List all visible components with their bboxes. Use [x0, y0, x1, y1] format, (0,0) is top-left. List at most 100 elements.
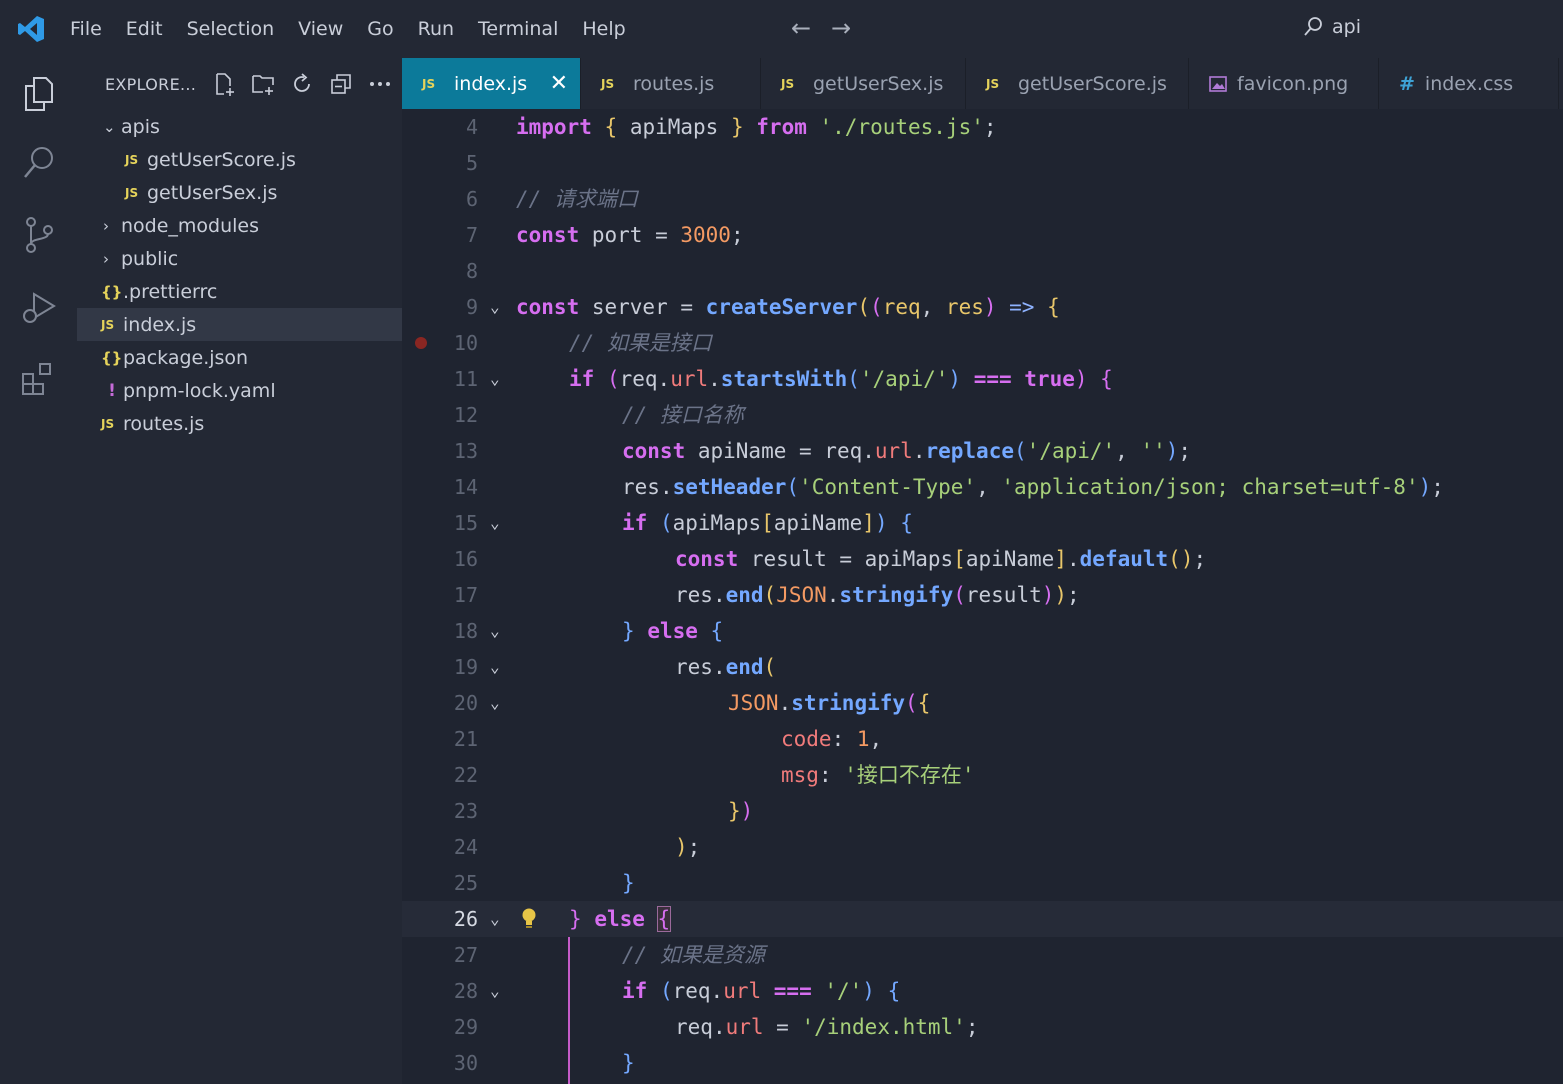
code-line[interactable]: 19 ⌄ res.end(: [402, 649, 1563, 685]
tree-item-pnpm-lock[interactable]: ! pnpm-lock.yaml: [77, 374, 426, 407]
code-line[interactable]: 9 ⌄ const server = createServer((req, re…: [402, 289, 1563, 325]
fold-chevron-icon[interactable]: ⌄: [490, 289, 500, 325]
line-number: 7: [465, 223, 478, 247]
source-control-icon[interactable]: [20, 216, 58, 254]
code-line[interactable]: 27 // 如果是资源: [402, 937, 1563, 973]
menu-edit[interactable]: Edit: [114, 0, 175, 58]
menu-run[interactable]: Run: [406, 0, 466, 58]
explorer-files-icon[interactable]: [20, 74, 58, 112]
search-sidebar-icon[interactable]: [20, 144, 58, 182]
tree-item-package-json[interactable]: {} package.json: [77, 341, 426, 374]
code-line[interactable]: 29 req.url = '/index.html';: [402, 1009, 1563, 1045]
js-file-icon: JS: [422, 76, 436, 91]
title-bar: File Edit Selection View Go Run Terminal…: [0, 0, 1563, 58]
code-line[interactable]: 17 res.end(JSON.stringify(result));: [402, 577, 1563, 613]
code-line[interactable]: 21 code: 1,: [402, 721, 1563, 757]
lightbulb-icon[interactable]: [520, 907, 538, 931]
new-folder-icon[interactable]: [251, 72, 275, 96]
close-icon[interactable]: ✕: [550, 71, 568, 96]
tab-index-js[interactable]: JS index.js ✕: [402, 58, 581, 109]
code-line-current[interactable]: 26 ⌄ } else {: [402, 901, 1563, 937]
chevron-down-icon: ⌄: [103, 117, 116, 136]
fold-chevron-icon[interactable]: ⌄: [490, 505, 500, 541]
code-text: const server = createServer((req, res) =…: [516, 295, 1060, 319]
tab-index-css[interactable]: # index.css: [1379, 58, 1559, 109]
menu-view[interactable]: View: [286, 0, 355, 58]
line-number: 28: [453, 979, 478, 1003]
code-line[interactable]: 7 const port = 3000;: [402, 217, 1563, 253]
code-line[interactable]: 13 const apiName = req.url.replace('/api…: [402, 433, 1563, 469]
code-line[interactable]: 4 import { apiMaps } from './routes.js';: [402, 109, 1563, 145]
tree-item-label: getUserSex.js: [147, 181, 278, 204]
collapse-all-icon[interactable]: [329, 72, 353, 96]
tab-label: getUserSex.js: [813, 72, 944, 95]
breakpoint-icon[interactable]: [415, 337, 427, 349]
new-file-icon[interactable]: [212, 72, 236, 96]
tree-item-label: node_modules: [121, 214, 260, 237]
js-file-icon: JS: [125, 152, 139, 167]
fold-chevron-icon[interactable]: ⌄: [490, 613, 500, 649]
code-line[interactable]: 6 // 请求端口: [402, 181, 1563, 217]
menu-terminal[interactable]: Terminal: [466, 0, 570, 58]
menu-help[interactable]: Help: [570, 0, 637, 58]
editor-tab-bar: JS index.js ✕ JS routes.js JS getUserSex…: [402, 58, 1563, 109]
code-line[interactable]: 30 }: [402, 1045, 1563, 1081]
tree-item-getusersex[interactable]: JS getUserSex.js: [77, 176, 450, 209]
line-number: 6: [465, 187, 478, 211]
tree-item-routes-js[interactable]: JS routes.js: [77, 407, 426, 440]
forward-arrow-icon[interactable]: →: [830, 14, 852, 42]
tab-label: index.js: [454, 72, 528, 95]
code-line[interactable]: 24 );: [402, 829, 1563, 865]
json-file-icon: {}: [101, 348, 123, 367]
code-line[interactable]: 8: [402, 253, 1563, 289]
code-line[interactable]: 20 ⌄ JSON.stringify({: [402, 685, 1563, 721]
line-number: 4: [465, 115, 478, 139]
line-number: 19: [453, 655, 478, 679]
code-line[interactable]: 12 // 接口名称: [402, 397, 1563, 433]
code-line[interactable]: 22 msg: '接口不存在': [402, 757, 1563, 793]
tree-item-index-js[interactable]: JS index.js: [77, 308, 426, 341]
code-line[interactable]: 28 ⌄ if (req.url === '/') {: [402, 973, 1563, 1009]
code-line[interactable]: 18 ⌄ } else {: [402, 613, 1563, 649]
tree-item-getuserscore[interactable]: JS getUserScore.js: [77, 143, 450, 176]
fold-chevron-icon[interactable]: ⌄: [490, 361, 500, 397]
tree-item-node-modules[interactable]: › node_modules: [77, 209, 428, 242]
code-line[interactable]: 5: [402, 145, 1563, 181]
tab-getusersex-js[interactable]: JS getUserSex.js: [761, 58, 966, 109]
extensions-icon[interactable]: [20, 360, 58, 398]
more-actions-icon[interactable]: [368, 72, 392, 96]
refresh-icon[interactable]: [290, 72, 314, 96]
back-arrow-icon[interactable]: ←: [790, 14, 812, 42]
line-number: 11: [453, 367, 478, 391]
code-line[interactable]: 25 }: [402, 865, 1563, 901]
fold-chevron-icon[interactable]: ⌄: [490, 901, 500, 937]
code-line[interactable]: 10 // 如果是接口: [402, 325, 1563, 361]
run-debug-icon[interactable]: [20, 288, 58, 326]
code-line[interactable]: 23 }): [402, 793, 1563, 829]
code-line[interactable]: 14 res.setHeader('Content-Type', 'applic…: [402, 469, 1563, 505]
menu-file[interactable]: File: [58, 0, 114, 58]
tab-routes-js[interactable]: JS routes.js: [581, 58, 761, 109]
fold-chevron-icon[interactable]: ⌄: [490, 649, 500, 685]
code-text: res.end(JSON.stringify(result));: [675, 583, 1080, 607]
fold-chevron-icon[interactable]: ⌄: [490, 973, 500, 1009]
tree-item-public[interactable]: › public: [77, 242, 428, 275]
fold-chevron-icon[interactable]: ⌄: [490, 685, 500, 721]
tree-item-label: index.js: [123, 313, 197, 336]
tree-item-apis[interactable]: ⌄ apis: [77, 110, 428, 143]
tab-getuserscore-js[interactable]: JS getUserScore.js: [966, 58, 1189, 109]
explorer-sidebar: EXPLORE... ⌄ apis JS getUserScore.js JS …: [77, 58, 426, 1084]
code-line[interactable]: 16 const result = apiMaps[apiName].defau…: [402, 541, 1563, 577]
tree-item-prettierrc[interactable]: {} .prettierrc: [77, 275, 426, 308]
tab-favicon-png[interactable]: favicon.png: [1189, 58, 1379, 109]
line-number: 21: [453, 727, 478, 751]
command-center[interactable]: api: [1302, 16, 1361, 38]
menu-selection[interactable]: Selection: [175, 0, 287, 58]
vscode-logo-icon: [18, 16, 44, 42]
code-editor[interactable]: 4 import { apiMaps } from './routes.js';…: [402, 109, 1563, 1084]
menu-go[interactable]: Go: [355, 0, 405, 58]
tree-item-label: pnpm-lock.yaml: [123, 379, 276, 402]
code-line[interactable]: 11 ⌄ if (req.url.startsWith('/api/') ===…: [402, 361, 1563, 397]
line-number: 24: [453, 835, 478, 859]
code-line[interactable]: 15 ⌄ if (apiMaps[apiName]) {: [402, 505, 1563, 541]
